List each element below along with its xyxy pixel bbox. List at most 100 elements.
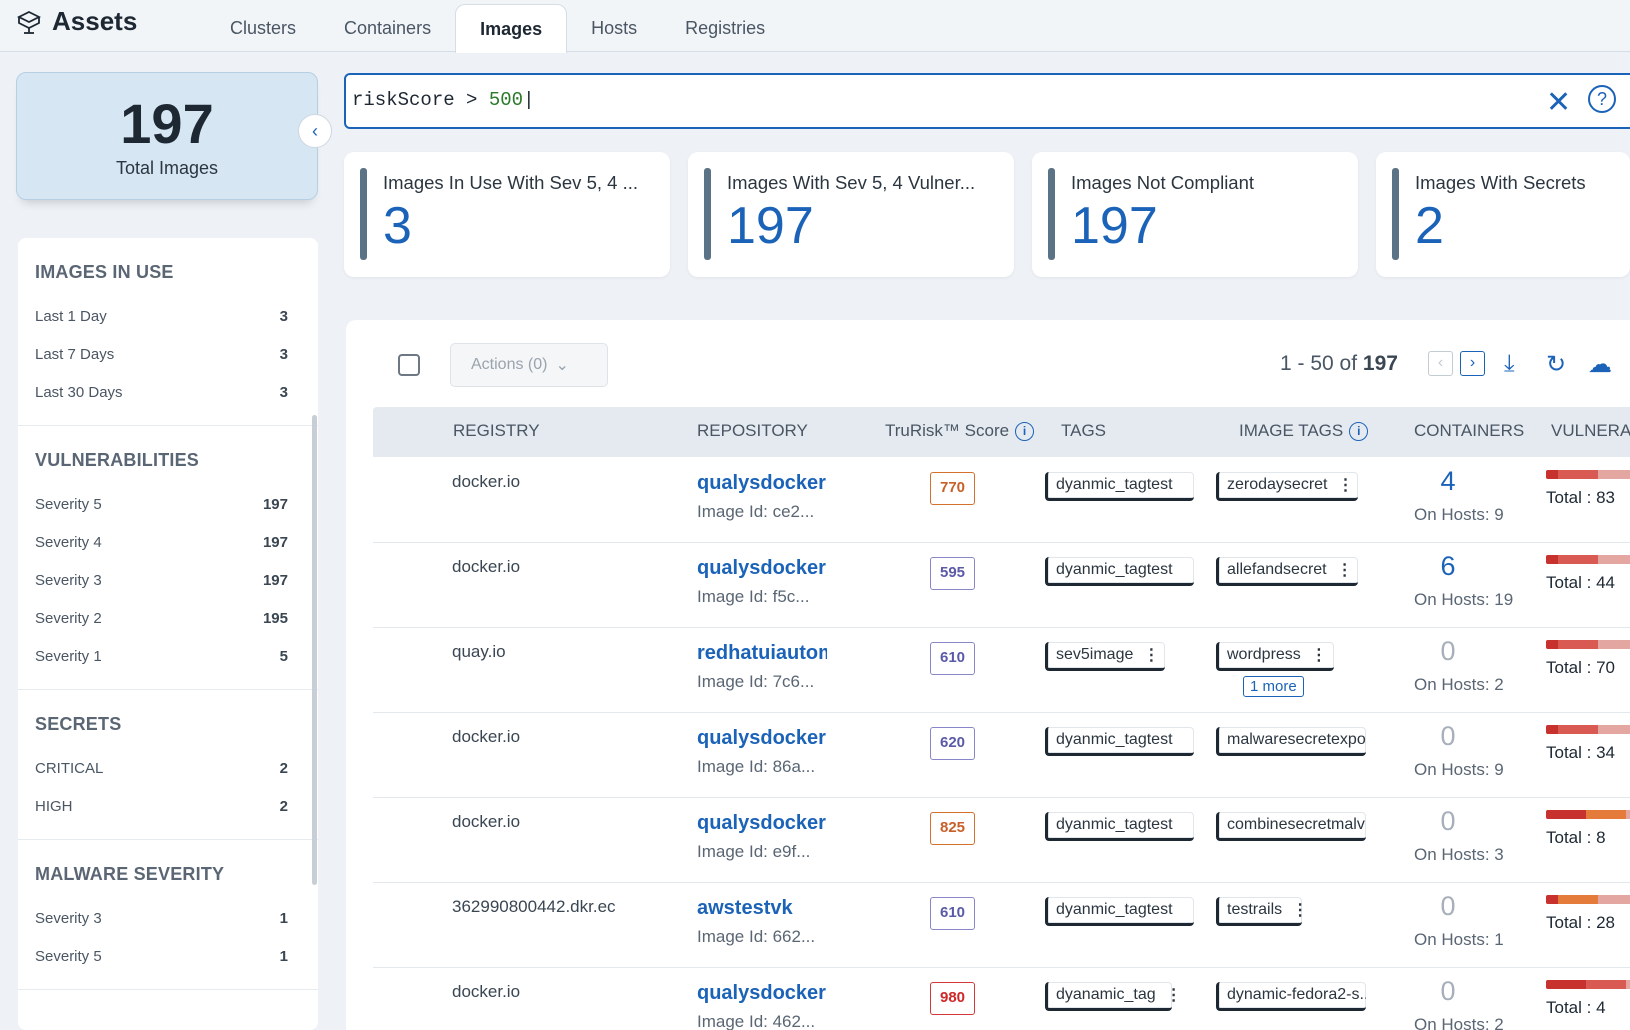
more-options-icon[interactable]: ⋮ [1292, 900, 1302, 920]
more-options-icon[interactable]: ⋮ [1311, 645, 1327, 665]
containers-count[interactable]: 6 [1433, 551, 1463, 582]
tab-containers[interactable]: Containers [320, 4, 455, 52]
more-options-icon[interactable]: ⋮ [1166, 985, 1182, 1005]
on-hosts-count: On Hosts: 3 [1414, 845, 1504, 864]
pagination-total: 197 [1362, 352, 1398, 375]
containers-count[interactable]: 4 [1433, 466, 1463, 497]
image-tag-chip[interactable]: dynamic-fedora2-s... [1216, 982, 1366, 1011]
select-all-checkbox[interactable] [398, 354, 420, 376]
col-containers[interactable]: CONTAINERS [1414, 421, 1524, 441]
filter-item[interactable]: HIGH 2 [35, 787, 288, 825]
repository-link[interactable]: qualysdocker [697, 982, 827, 1005]
on-hosts-count: On Hosts: 9 [1414, 760, 1504, 779]
trurisk-score-badge: 620 [930, 727, 975, 760]
tag-label: sev5image [1056, 646, 1134, 663]
filter-item-count: 197 [262, 495, 288, 513]
repository-link[interactable]: qualysdocker [697, 472, 827, 495]
tag-chip[interactable]: dyanmic_tagtest [1045, 557, 1194, 586]
filter-item[interactable]: Last 30 Days 3 [35, 373, 288, 411]
filter-section-images-in-use: IMAGES IN USE Last 1 Day 3 Last 7 Days 3 L… [18, 238, 318, 426]
cloud-icon[interactable]: ☁ [1588, 350, 1612, 379]
more-options-icon[interactable]: ⋮ [1338, 475, 1354, 495]
repository-link[interactable]: awstestvk [697, 897, 827, 920]
table-row[interactable]: 362990800442.dkr.ec awstestvk Image Id: 66… [373, 883, 1630, 968]
kpi-card[interactable]: Images In Use With Sev 5, 4 ... 3 [344, 152, 670, 277]
filter-sidebar: IMAGES IN USE Last 1 Day 3 Last 7 Days 3 L… [18, 238, 318, 1030]
table-row[interactable]: quay.io redhatuiautomation Image Id: 7c6..… [373, 628, 1630, 713]
more-options-icon[interactable]: ⋮ [1143, 645, 1159, 665]
collapse-sidebar-button[interactable]: ‹ [298, 114, 332, 148]
tab-clusters[interactable]: Clusters [206, 4, 320, 52]
info-icon[interactable]: i [1349, 422, 1369, 441]
vulnerability-severity-bar [1546, 725, 1630, 734]
tag-chip[interactable]: dyanmic_tagtest [1045, 472, 1194, 501]
repository-link[interactable]: redhatuiautomation [697, 642, 827, 665]
actions-label: Actions (0) [471, 356, 548, 373]
sidebar-scrollbar[interactable] [312, 415, 317, 885]
kpi-card[interactable]: Images With Secrets 2 [1376, 152, 1630, 277]
filter-item[interactable]: Severity 3 197 [35, 561, 288, 599]
filter-item[interactable]: Severity 1 5 [35, 637, 288, 675]
image-tag-chip[interactable]: combinesecretmalv [1216, 812, 1366, 841]
more-tags-link[interactable]: 1 more [1243, 676, 1304, 697]
col-registry[interactable]: REGISTRY [453, 421, 540, 441]
refresh-icon[interactable]: ↻ [1546, 350, 1566, 379]
filter-item[interactable]: Severity 2 195 [35, 599, 288, 637]
tag-chip[interactable]: dyanmic_tagtest [1045, 812, 1194, 841]
info-icon[interactable]: i [1015, 422, 1035, 441]
total-images-card: 197 Total Images [16, 72, 318, 200]
image-tag-chip[interactable]: zerodaysecret ⋮ [1216, 472, 1358, 501]
table-row[interactable]: docker.io qualysdocker Image Id: f5c... 595… [373, 543, 1630, 628]
kpi-title: Images With Secrets [1415, 172, 1586, 193]
table-row[interactable]: docker.io qualysdocker Image Id: ce2... 770… [373, 458, 1630, 543]
col-vulnerabilities[interactable]: VULNERA [1551, 421, 1630, 441]
table-row[interactable]: docker.io qualysdocker Image Id: e9f... 825… [373, 798, 1630, 883]
col-image-tags[interactable]: IMAGE TAGS i [1239, 421, 1369, 441]
repository-link[interactable]: qualysdocker [697, 557, 827, 580]
kpi-card[interactable]: Images Not Compliant 197 [1032, 152, 1358, 277]
download-icon[interactable]: ⤓ [1504, 350, 1515, 378]
col-trurisk-score[interactable]: TruRisk™ Score i [885, 421, 1035, 441]
filter-item[interactable]: CRITICAL 2 [35, 749, 288, 787]
image-tag-chip[interactable]: testrails ⋮ [1216, 897, 1302, 926]
trurisk-score-badge: 770 [930, 472, 975, 505]
tag-chip[interactable]: dyanamic_tag ⋮ [1045, 982, 1182, 1011]
kpi-card[interactable]: Images With Sev 5, 4 Vulner... 197 [688, 152, 1014, 277]
image-tag-chip[interactable]: allefandsecret ⋮ [1216, 557, 1358, 586]
filter-item[interactable]: Severity 4 197 [35, 523, 288, 561]
image-tag-chip[interactable]: wordpress ⋮ [1216, 642, 1334, 671]
registry-cell: docker.io [452, 472, 521, 491]
more-options-icon[interactable]: ⋮ [1337, 560, 1353, 580]
repository-link[interactable]: qualysdocker [697, 727, 827, 750]
search-query[interactable]: riskScore > 500| [352, 89, 534, 111]
filter-item[interactable]: Last 7 Days 3 [35, 335, 288, 373]
filter-item[interactable]: Last 1 Day 3 [35, 297, 288, 335]
tag-chip[interactable]: sev5image ⋮ [1045, 642, 1165, 671]
severity-segment [1546, 810, 1586, 819]
filter-item[interactable]: Severity 5 1 [35, 937, 288, 975]
col-repository[interactable]: REPOSITORY [697, 421, 808, 441]
filter-item[interactable]: Severity 5 197 [35, 485, 288, 523]
col-tags[interactable]: TAGS [1061, 421, 1106, 441]
prev-page-button[interactable]: ‹ [1428, 351, 1453, 376]
tab-registries[interactable]: Registries [661, 4, 789, 52]
next-page-button[interactable]: › [1460, 351, 1485, 376]
trurisk-score-badge: 610 [930, 642, 975, 675]
repository-link[interactable]: qualysdocker [697, 812, 827, 835]
filter-item[interactable]: Severity 3 1 [35, 899, 288, 937]
filter-section-vulnerabilities: VULNERABILITIES Severity 5 197 Severity 4… [18, 426, 318, 690]
image-tag-chip[interactable]: malwaresecretexpo [1216, 727, 1366, 756]
table-row[interactable]: docker.io qualysdocker Image Id: 86a... 620… [373, 713, 1630, 798]
vulnerability-total: Total : 4 [1546, 998, 1606, 1017]
tab-hosts[interactable]: Hosts [567, 4, 661, 52]
tab-images[interactable]: Images [455, 4, 568, 53]
table-row[interactable]: docker.io qualysdocker Image Id: 462... 980… [373, 968, 1630, 1030]
clear-search-icon[interactable]: ✕ [1546, 85, 1571, 120]
tag-chip[interactable]: dyanmic_tagtest [1045, 897, 1194, 926]
tag-chip[interactable]: dyanmic_tagtest [1045, 727, 1194, 756]
actions-dropdown[interactable]: Actions (0) ⌄ [450, 343, 608, 387]
search-input[interactable]: riskScore > 500| ✕ ? [344, 73, 1630, 129]
help-icon[interactable]: ? [1588, 85, 1616, 113]
app-logo: Assets [16, 6, 137, 37]
severity-segment [1546, 725, 1558, 734]
